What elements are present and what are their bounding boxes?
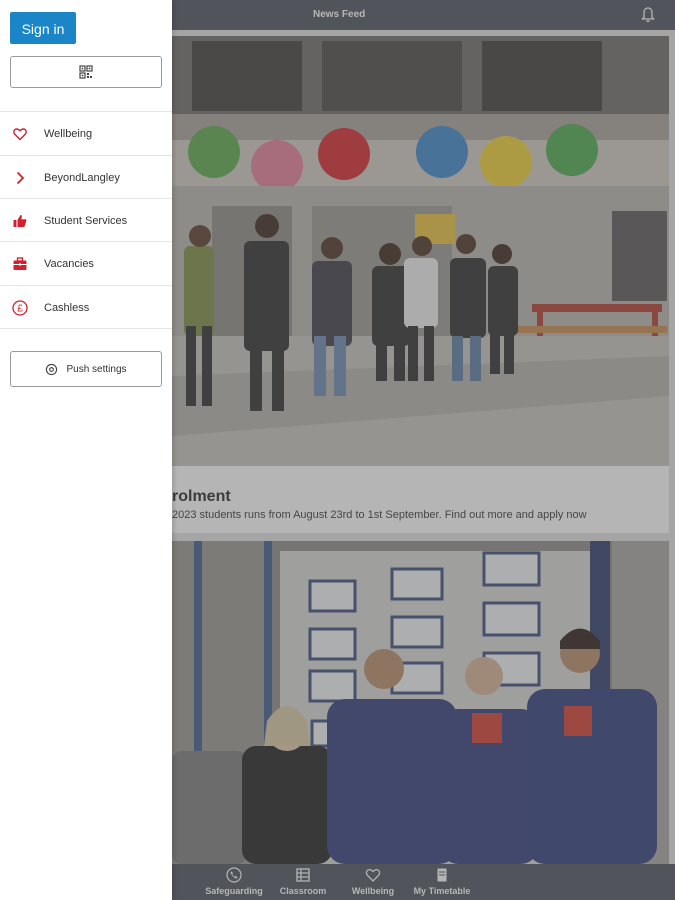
phone-icon: [226, 867, 242, 883]
menu-item-wellbeing[interactable]: Wellbeing: [0, 112, 172, 155]
tab-label: Wellbeing: [351, 886, 395, 896]
menu-item-beyondlangley[interactable]: BeyondLangley: [0, 156, 172, 199]
qr-code-button[interactable]: [10, 56, 162, 88]
news-title: rolment: [172, 488, 231, 505]
heart-icon: [13, 127, 27, 140]
push-settings-label: Push settings: [66, 363, 127, 375]
news-photo[interactable]: [172, 541, 669, 864]
news-summary: 2023 students runs from August 23rd to 1…: [172, 509, 587, 521]
svg-text:£: £: [17, 303, 23, 314]
menu-item-label: Vacancies: [44, 257, 94, 270]
push-settings-button[interactable]: Push settings: [10, 351, 162, 387]
qr-code-icon: [79, 65, 93, 79]
tab-safeguarding[interactable]: Safeguarding: [205, 864, 263, 900]
thumbs-up-icon: [13, 214, 27, 227]
menu-item-label: Wellbeing: [44, 127, 93, 140]
tab-wellbeing[interactable]: Wellbeing: [350, 864, 396, 900]
tab-classroom[interactable]: Classroom: [280, 864, 326, 900]
menu-item-cashless[interactable]: £ Cashless: [0, 286, 172, 329]
briefcase-icon: [13, 256, 27, 270]
tab-label: Safeguarding: [205, 886, 263, 896]
tab-label: My Timetable: [413, 886, 471, 896]
page-title: News Feed: [313, 9, 366, 20]
menu-item-vacancies[interactable]: Vacancies: [0, 242, 172, 285]
tab-label: Classroom: [279, 886, 327, 896]
menu-item-label: BeyondLangley: [44, 171, 120, 184]
menu-item-label: Cashless: [44, 301, 90, 314]
tab-my-timetable[interactable]: My Timetable: [412, 864, 472, 900]
news-card[interactable]: rolment 2023 students runs from August 2…: [172, 36, 669, 533]
sign-in-button[interactable]: Sign in: [10, 12, 76, 44]
menu-item-student-services[interactable]: Student Services: [0, 199, 172, 242]
heart-icon: [365, 868, 381, 882]
settings-icon: [46, 363, 58, 375]
document-icon: [437, 868, 447, 882]
news-card[interactable]: [172, 541, 669, 864]
grid-icon: [296, 868, 310, 882]
menu-item-label: Student Services: [44, 214, 128, 227]
chevron-right-icon: [16, 171, 25, 184]
pound-icon: £: [12, 299, 28, 316]
bell-icon[interactable]: [640, 6, 656, 24]
divider: [0, 328, 172, 329]
side-drawer: Sign in Wellbeing BeyondLangley Student …: [0, 0, 172, 900]
news-photo[interactable]: [172, 36, 669, 466]
